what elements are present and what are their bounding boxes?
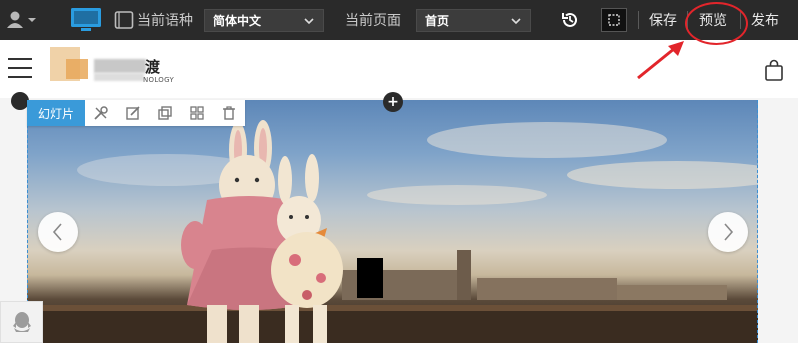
history-icon	[562, 12, 577, 27]
separator	[638, 11, 639, 29]
settings-button[interactable]	[85, 100, 117, 126]
copy-icon	[158, 106, 172, 120]
user-icon	[7, 11, 36, 28]
language-label: 当前语种	[137, 13, 193, 29]
logo-subtext: NOLOGY	[143, 76, 175, 84]
shopping-bag-icon[interactable]	[762, 58, 786, 82]
previous-slide-button[interactable]	[38, 212, 78, 252]
next-slide-button[interactable]	[708, 212, 748, 252]
menu-icon[interactable]	[8, 58, 32, 78]
edit-icon	[126, 106, 140, 120]
delete-icon	[223, 106, 236, 120]
editor-toolbar: 当前语种 简体中文 当前页面 首页 保存 预览 发布	[0, 0, 798, 40]
copy-button[interactable]	[149, 100, 181, 126]
chevron-down-icon	[511, 18, 521, 25]
tablet-view-button[interactable]	[114, 0, 136, 40]
qq-chat-button[interactable]	[0, 301, 43, 343]
language-value: 简体中文	[213, 14, 262, 28]
crop-button[interactable]	[601, 8, 627, 32]
history-button[interactable]	[558, 0, 582, 40]
slideshow-section: + 幻灯片	[0, 92, 798, 343]
site-logo[interactable]: 渡 NOLOGY	[50, 45, 180, 85]
desktop-view-button[interactable]	[70, 0, 104, 40]
chevron-right-icon	[724, 223, 734, 241]
settings-icon	[94, 106, 108, 120]
tablet-icon	[114, 11, 134, 29]
user-menu[interactable]	[6, 0, 50, 40]
logo-text: 渡	[145, 58, 161, 76]
highlight-ring	[685, 2, 748, 45]
slide-image	[27, 100, 758, 343]
delete-button[interactable]	[213, 100, 245, 126]
language-select[interactable]: 简体中文	[204, 9, 324, 32]
chevron-down-icon	[304, 18, 314, 25]
qq-icon	[12, 312, 31, 332]
page-label: 当前页面	[345, 13, 401, 29]
layout-button[interactable]	[181, 100, 213, 126]
page-select[interactable]: 首页	[416, 9, 531, 32]
add-section-button[interactable]: +	[383, 92, 403, 112]
desktop-icon	[71, 8, 101, 31]
crop-icon	[608, 14, 620, 26]
save-button[interactable]: 保存	[649, 0, 677, 40]
publish-button[interactable]: 发布	[751, 0, 779, 40]
grid-icon	[190, 106, 204, 120]
chevron-left-icon	[52, 223, 62, 241]
page-value: 首页	[425, 14, 450, 28]
edit-button[interactable]	[117, 100, 149, 126]
component-toolbar: 幻灯片	[27, 100, 246, 126]
annotation-arrow	[637, 41, 684, 80]
component-label: 幻灯片	[27, 100, 86, 126]
